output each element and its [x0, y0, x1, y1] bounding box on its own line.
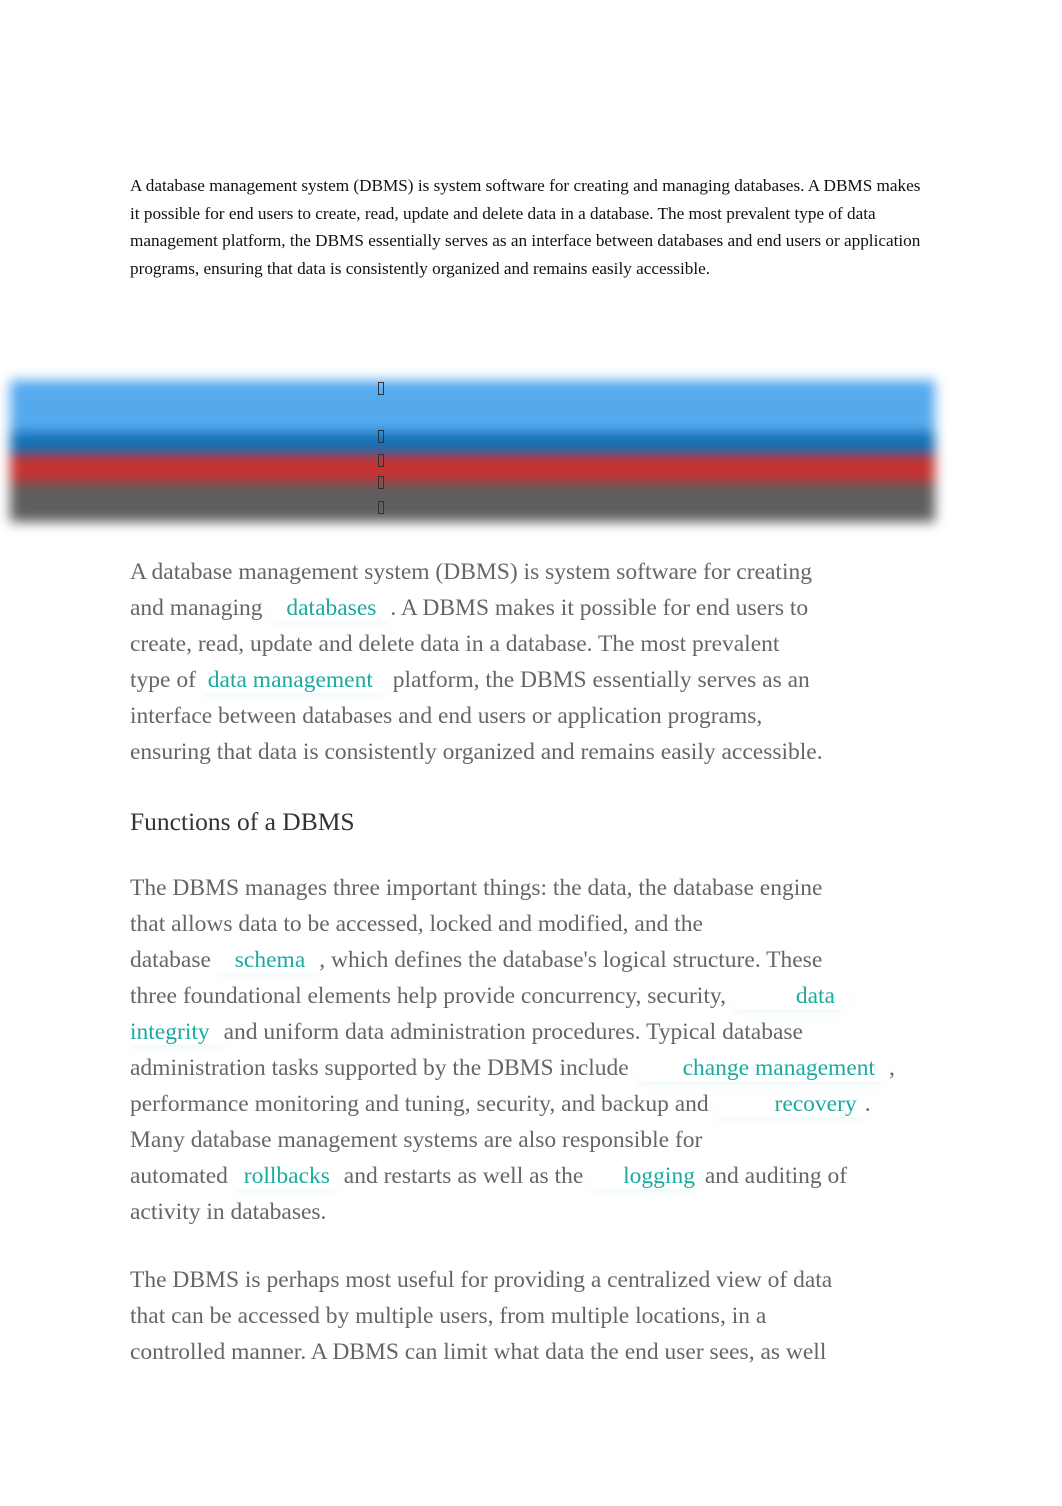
- intro-paragraph: A database management system (DBMS) is s…: [130, 554, 940, 770]
- share-band-dark-blue[interactable]: [10, 432, 935, 454]
- text-line: Many database management systems are als…: [130, 1127, 703, 1153]
- text: and restarts as well as the: [343, 1163, 584, 1189]
- text-line: A database management system (DBMS) is s…: [130, 559, 812, 585]
- share-bar: [10, 380, 935, 522]
- centralized-paragraph: The DBMS is perhaps most useful for prov…: [130, 1262, 940, 1370]
- text-line: that allows data to be accessed, locked …: [130, 911, 703, 937]
- text-line: The DBMS manages three important things:…: [130, 875, 823, 901]
- text-line: three foundational elements help provide…: [130, 978, 940, 1014]
- text: automated: [130, 1163, 228, 1189]
- text-line: The DBMS is perhaps most useful for prov…: [130, 1267, 833, 1293]
- share-icons: [378, 380, 392, 522]
- text: type of: [130, 667, 196, 693]
- text-line: interface between databases and end user…: [130, 703, 763, 729]
- text-line: activity in databases.: [130, 1199, 327, 1225]
- link-logging[interactable]: logging: [589, 1163, 699, 1189]
- share-icon-4[interactable]: [378, 476, 384, 489]
- text-line: controlled manner. A DBMS can limit what…: [130, 1339, 827, 1365]
- share-band-gray[interactable]: [10, 482, 935, 522]
- share-icon-1[interactable]: [378, 382, 384, 395]
- link-databases[interactable]: databases: [268, 595, 390, 621]
- summary-paragraph: A database management system (DBMS) is s…: [130, 176, 921, 278]
- link-change-management[interactable]: change management: [635, 1055, 889, 1081]
- text-line: database schema, which defines the datab…: [130, 942, 940, 978]
- share-band-red[interactable]: [10, 454, 935, 482]
- text: ,: [889, 1055, 895, 1081]
- share-icon-2[interactable]: [378, 430, 384, 443]
- link-schema[interactable]: schema: [217, 947, 319, 973]
- text-line: administration tasks supported by the DB…: [130, 1050, 940, 1086]
- text: and managing: [130, 595, 263, 621]
- text-line: create, read, update and delete data in …: [130, 631, 780, 657]
- text-line: automated rollbacks and restarts as well…: [130, 1158, 940, 1194]
- section-heading: Functions of a DBMS: [130, 807, 355, 836]
- link-rollbacks[interactable]: rollbacks: [234, 1163, 338, 1189]
- text: .: [864, 1091, 871, 1117]
- text: and uniform data administration procedur…: [223, 1019, 803, 1045]
- share-icon-5[interactable]: [378, 501, 384, 514]
- text: three foundational elements help provide…: [130, 983, 726, 1009]
- share-icon-3[interactable]: [378, 454, 384, 467]
- link-recovery[interactable]: recovery: [715, 1091, 865, 1117]
- text-line: performance monitoring and tuning, secur…: [130, 1086, 940, 1122]
- text-line: type of data management platform, the DB…: [130, 662, 940, 698]
- text-line: and managing databases. A DBMS makes it …: [130, 590, 940, 626]
- text-line: that can be accessed by multiple users, …: [130, 1303, 767, 1329]
- link-data-integrity-part1[interactable]: data: [732, 983, 849, 1009]
- text: , which defines the database's logical s…: [319, 947, 823, 973]
- text-line: integrity and uniform data administration…: [130, 1014, 940, 1050]
- text: and auditing of: [704, 1163, 848, 1189]
- text: performance monitoring and tuning, secur…: [130, 1091, 709, 1117]
- text: . A DBMS makes it possible for end users…: [390, 595, 809, 621]
- text: platform, the DBMS essentially serves as…: [392, 667, 810, 693]
- text: database: [130, 947, 211, 973]
- functions-paragraph: The DBMS manages three important things:…: [130, 870, 940, 1230]
- link-data-management[interactable]: data management: [202, 667, 387, 693]
- text: administration tasks supported by the DB…: [130, 1055, 629, 1081]
- article-body: A database management system (DBMS) is s…: [130, 554, 940, 1370]
- link-data-integrity-part2[interactable]: integrity: [130, 1019, 224, 1045]
- share-band-light-blue[interactable]: [10, 380, 935, 432]
- text-line: ensuring that data is consistently organ…: [130, 739, 823, 765]
